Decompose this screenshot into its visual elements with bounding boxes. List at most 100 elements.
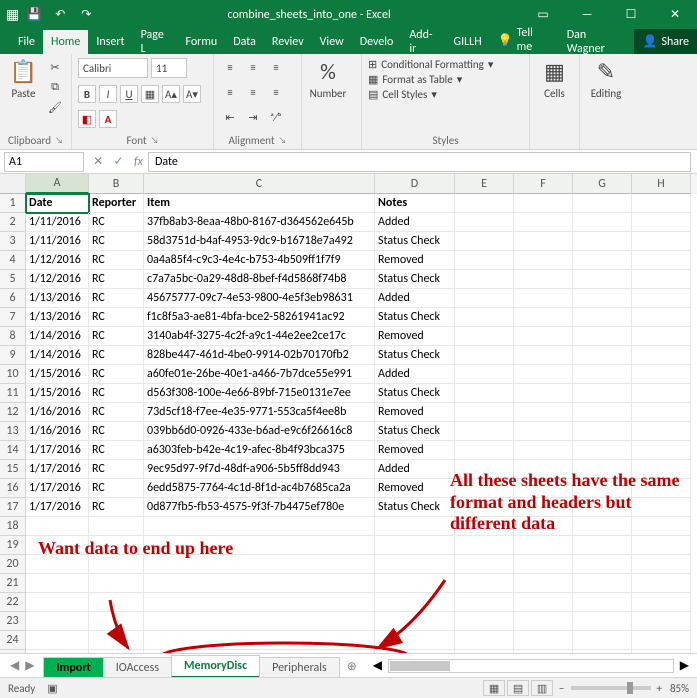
cell-B23[interactable] [89,612,144,631]
cell-A4[interactable]: 1/12/2016 [26,251,89,270]
column-header-F[interactable]: F [514,174,573,194]
cell-F15[interactable] [514,460,573,479]
row-header-17[interactable]: 17 [0,498,26,517]
cell-H10[interactable] [632,365,691,384]
select-all-corner[interactable] [0,174,26,194]
cell-D14[interactable]: Removed [375,441,455,460]
row-header-9[interactable]: 9 [0,346,26,365]
row-header-10[interactable]: 10 [0,365,26,384]
row-header-3[interactable]: 3 [0,232,26,251]
row-header-13[interactable]: 13 [0,422,26,441]
cell-D20[interactable] [375,555,455,574]
cell-B14[interactable]: RC [89,441,144,460]
ribbon-tab-view[interactable]: View [312,30,352,54]
ribbon-tab-formu[interactable]: Formu [177,30,225,54]
cell-G12[interactable] [573,403,632,422]
font-name-combo[interactable]: Calibri [78,58,148,78]
cell-C22[interactable] [144,593,375,612]
cell-D7[interactable]: Status Check [375,308,455,327]
cell-B7[interactable]: RC [89,308,144,327]
cell-H11[interactable] [632,384,691,403]
cell-F17[interactable] [514,498,573,517]
ribbon-tab-file[interactable]: File [10,30,43,54]
sheet-tab-ioaccess[interactable]: IOAccess [103,657,172,678]
cell-G5[interactable] [573,270,632,289]
cell-D18[interactable] [375,517,455,536]
paste-button[interactable]: 📋 Paste [6,58,41,100]
macro-record-icon[interactable]: ▣ [47,682,57,695]
cell-D9[interactable]: Status Check [375,346,455,365]
column-header-C[interactable]: C [144,174,375,194]
column-header-A[interactable]: A [26,174,89,194]
cell-E21[interactable] [455,574,514,593]
cell-F9[interactable] [514,346,573,365]
number-format-button[interactable]: % Number [308,58,348,100]
cell-E24[interactable] [455,631,514,650]
cell-styles-button[interactable]: ▤ Cell Styles ▾ [368,88,493,101]
cell-H14[interactable] [632,441,691,460]
cell-A19[interactable] [26,536,89,555]
cell-D3[interactable]: Status Check [375,232,455,251]
zoom-slider[interactable] [571,686,651,690]
cell-G17[interactable] [573,498,632,517]
formula-input[interactable]: Date [148,152,691,172]
cell-C20[interactable] [144,555,375,574]
cell-C3[interactable]: 58d3751d-b4af-4953-9dc9-b16718e7a492 [144,232,375,251]
cell-C11[interactable]: d563f308-100e-4e66-89bf-715e0131e7ee [144,384,375,403]
editing-button[interactable]: ✎Editing [586,58,626,100]
ribbon-display-icon[interactable]: ▭ [521,0,565,29]
cell-H16[interactable] [632,479,691,498]
cell-G10[interactable] [573,365,632,384]
cell-C13[interactable]: 039bb6d0-0926-433e-b6ad-e9c6f26616c8 [144,422,375,441]
align-top-icon[interactable]: ≡ [220,58,240,76]
cell-H7[interactable] [632,308,691,327]
cell-G20[interactable] [573,555,632,574]
cell-A22[interactable] [26,593,89,612]
cell-F13[interactable] [514,422,573,441]
cell-E12[interactable] [455,403,514,422]
cell-A10[interactable]: 1/15/2016 [26,365,89,384]
cell-H13[interactable] [632,422,691,441]
cell-B20[interactable] [89,555,144,574]
ribbon-tab-develo[interactable]: Develo [352,30,402,54]
cell-E5[interactable] [455,270,514,289]
cell-H8[interactable] [632,327,691,346]
cell-G6[interactable] [573,289,632,308]
cell-D10[interactable]: Added [375,365,455,384]
cell-A2[interactable]: 1/11/2016 [26,213,89,232]
sheet-tab-peripherals[interactable]: Peripherals [259,657,340,678]
cell-C6[interactable]: 45675777-09c7-4e53-9800-4e5f3eb98631 [144,289,375,308]
cell-F7[interactable] [514,308,573,327]
cell-C23[interactable] [144,612,375,631]
cell-F5[interactable] [514,270,573,289]
ribbon-tab-reviev[interactable]: Reviev [264,30,312,54]
cell-C7[interactable]: f1c8f5a3-ae81-4bfa-bce2-58261941ac92 [144,308,375,327]
cell-A5[interactable]: 1/12/2016 [26,270,89,289]
cell-H6[interactable] [632,289,691,308]
row-header-8[interactable]: 8 [0,327,26,346]
cell-C16[interactable]: 6edd5875-7764-4c1d-8f1d-ac4b7685ca2a [144,479,375,498]
column-header-H[interactable]: H [632,174,691,194]
worksheet-grid[interactable]: ABCDEFGH 1DateReporterItemNotes21/11/201… [0,174,697,669]
cell-A24[interactable] [26,631,89,650]
cell-G13[interactable] [573,422,632,441]
row-header-16[interactable]: 16 [0,479,26,498]
align-right-icon[interactable]: ≡ [266,83,286,101]
cell-F23[interactable] [514,612,573,631]
dialog-launcher-icon[interactable]: ↘ [151,135,159,146]
cell-E17[interactable] [455,498,514,517]
cell-E19[interactable] [455,536,514,555]
cell-A8[interactable]: 1/14/2016 [26,327,89,346]
qat-undo-icon[interactable]: ↶ [49,4,71,26]
zoom-in-button[interactable]: + [657,682,662,695]
cell-G19[interactable] [573,536,632,555]
sheet-nav-next-icon[interactable]: ▶ [25,658,34,673]
cell-D21[interactable] [375,574,455,593]
indent-increase-icon[interactable]: ⇥ [243,108,263,126]
cell-H12[interactable] [632,403,691,422]
cell-B6[interactable]: RC [89,289,144,308]
cell-E7[interactable] [455,308,514,327]
row-header-7[interactable]: 7 [0,308,26,327]
sheet-tab-import[interactable]: Import [43,657,103,678]
cell-B18[interactable] [89,517,144,536]
